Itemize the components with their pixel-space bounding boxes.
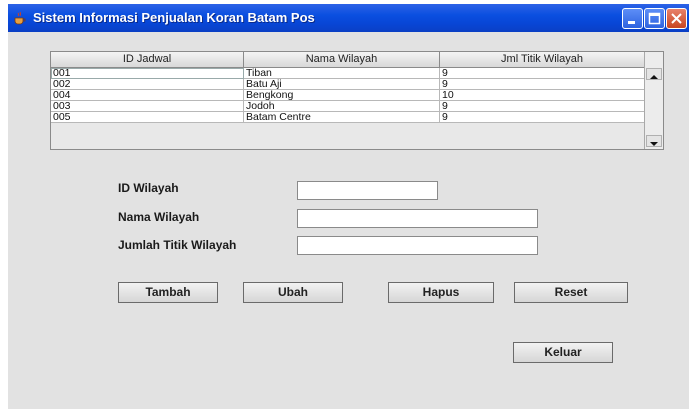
table-row[interactable]: 003 Jodoh 9	[51, 101, 645, 112]
title-bar[interactable]: Sistem Informasi Penjualan Koran Batam P…	[8, 4, 689, 32]
java-cup-icon	[13, 11, 27, 25]
cell-nama[interactable]: Batam Centre	[244, 112, 440, 123]
table-row[interactable]: 004 Bengkong 10	[51, 90, 645, 101]
id-wilayah-field[interactable]	[297, 181, 438, 200]
column-header-jml-titik[interactable]: Jml Titik Wilayah	[440, 52, 645, 68]
window-title: Sistem Informasi Penjualan Koran Batam P…	[33, 10, 315, 25]
hapus-button[interactable]: Hapus	[388, 282, 494, 303]
table-row[interactable]: 001 Tiban 9	[51, 68, 645, 79]
scroll-down-button[interactable]	[646, 135, 662, 147]
table-body: 001 Tiban 9 002 Batu Aji 9 004 Bengkong …	[51, 68, 645, 123]
app-window: Sistem Informasi Penjualan Koran Batam P…	[8, 4, 689, 409]
column-header-id-jadwal[interactable]: ID Jadwal	[51, 52, 244, 68]
jumlah-titik-field[interactable]	[297, 236, 538, 255]
maximize-icon	[648, 12, 661, 25]
cell-jml[interactable]: 9	[440, 101, 645, 112]
keluar-button[interactable]: Keluar	[513, 342, 613, 363]
jumlah-titik-label: Jumlah Titik Wilayah	[118, 238, 237, 252]
cell-nama[interactable]: Tiban	[244, 68, 440, 79]
cell-jml[interactable]: 10	[440, 90, 645, 101]
id-wilayah-label: ID Wilayah	[118, 181, 179, 195]
arrow-down-icon	[650, 142, 658, 146]
vertical-scrollbar[interactable]	[644, 52, 663, 149]
cell-id[interactable]: 004	[51, 90, 244, 101]
cell-nama[interactable]: Bengkong	[244, 90, 440, 101]
cell-jml[interactable]: 9	[440, 79, 645, 90]
table-row[interactable]: 005 Batam Centre 9	[51, 112, 645, 123]
table-header: ID Jadwal Nama Wilayah Jml Titik Wilayah	[51, 52, 645, 68]
minimize-button[interactable]	[622, 8, 643, 29]
arrow-up-icon	[650, 75, 658, 79]
cell-id[interactable]: 002	[51, 79, 244, 90]
scroll-up-button[interactable]	[646, 68, 662, 80]
maximize-button[interactable]	[644, 8, 665, 29]
nama-wilayah-label: Nama Wilayah	[118, 210, 200, 224]
wilayah-table: ID Jadwal Nama Wilayah Jml Titik Wilayah…	[50, 51, 664, 150]
close-button[interactable]	[666, 8, 687, 29]
cell-id[interactable]: 001	[51, 68, 244, 79]
cell-jml[interactable]: 9	[440, 112, 645, 123]
nama-wilayah-field[interactable]	[297, 209, 538, 228]
cell-id[interactable]: 005	[51, 112, 244, 123]
minimize-icon	[628, 21, 635, 24]
cell-jml[interactable]: 9	[440, 68, 645, 79]
table-row[interactable]: 002 Batu Aji 9	[51, 79, 645, 90]
cell-id[interactable]: 003	[51, 101, 244, 112]
close-icon	[671, 13, 682, 24]
reset-button[interactable]: Reset	[514, 282, 628, 303]
cell-nama[interactable]: Batu Aji	[244, 79, 440, 90]
tambah-button[interactable]: Tambah	[118, 282, 218, 303]
column-header-nama-wilayah[interactable]: Nama Wilayah	[244, 52, 440, 68]
cell-nama[interactable]: Jodoh	[244, 101, 440, 112]
ubah-button[interactable]: Ubah	[243, 282, 343, 303]
